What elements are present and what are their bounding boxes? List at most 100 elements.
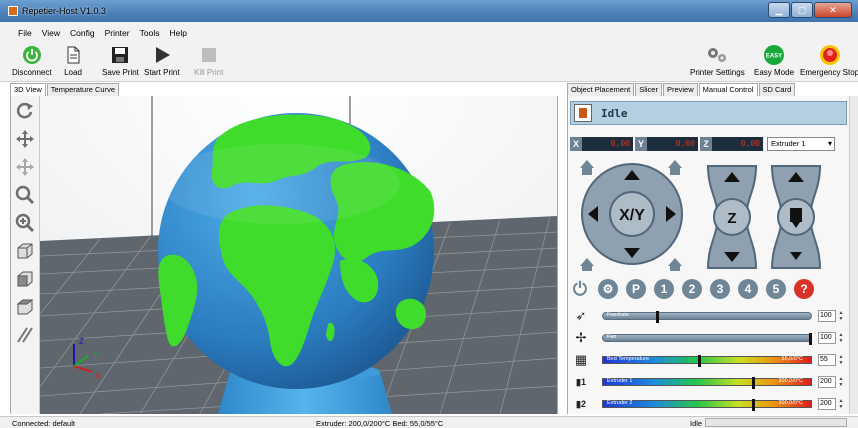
emergency-stop-icon [819,44,841,66]
extruder-1-slider[interactable]: Extruder 1 200,0/0°C [602,377,812,389]
emergency-stop-button[interactable]: Emergency Stop [800,44,858,77]
fan-slider[interactable]: Fan [602,333,812,345]
extruder-2-spinner[interactable]: ▲ ▼ [837,398,845,410]
zoom-fit-icon[interactable] [13,211,37,235]
tool-1-button[interactable]: 1 [654,279,674,299]
extruder-1-spinner[interactable]: ▲ ▼ [837,376,845,388]
extruder-1-icon-number: 1 [580,377,586,387]
menu-view[interactable]: View [38,22,66,42]
printer-state: Idle [690,419,703,428]
reset-view-icon[interactable] [13,99,37,123]
emergency-stop-label: Emergency Stop [800,68,858,77]
maximize-button[interactable]: ▢ [791,2,813,18]
feedrate-spinner[interactable]: ▲ ▼ [837,310,845,322]
tab-3d-view[interactable]: 3D View [10,83,46,97]
extruder-2-reading: 200,0/0°C [778,400,803,406]
extruder-1-thumb[interactable] [752,377,755,389]
easy-mode-button[interactable]: EASY Easy Mode [754,44,794,77]
kill-print-label: Kill Print [194,68,224,77]
feedrate-slider[interactable]: Feedrate [602,311,812,323]
tool-4-button[interactable]: 4 [738,279,758,299]
fan-icon: ✢ [575,330,587,345]
feedrate-thumb[interactable] [656,311,659,323]
tab-manual-control[interactable]: Manual Control [698,83,758,97]
bed-temperature-input[interactable]: 55 [818,354,836,366]
extruder-1-input[interactable]: 200 [818,376,836,388]
title-bar: Repetier-Host V1.0.3 ▁ ▢ ✕ [0,0,858,22]
close-button[interactable]: ✕ [814,2,852,18]
extruder-2-slider[interactable]: Extruder 2 200,0/0°C [602,399,812,411]
printer-settings-label: Printer Settings [690,68,745,77]
xy-center-label: X/Y [619,207,645,224]
minimize-button[interactable]: ▁ [768,2,790,18]
disconnect-button[interactable]: Disconnect [12,44,52,77]
tab-temperature-curve[interactable]: Temperature Curve [46,83,119,96]
fan-thumb[interactable] [809,333,812,345]
3d-viewport[interactable]: Z Y X [40,96,558,414]
extruder-select[interactable]: Extruder 1 [767,137,835,151]
feedrate-label: Feedrate [607,312,630,318]
window-controls: ▁ ▢ ✕ [767,2,852,18]
menu-tools[interactable]: Tools [136,22,166,42]
home-z-icon[interactable] [668,258,682,271]
extruder-1-icon: ▮1 [576,377,586,387]
panel-scrollbar[interactable] [849,96,858,414]
play-icon [151,44,173,66]
fan-label: Fan [607,334,617,340]
tab-slicer[interactable]: Slicer [635,83,662,96]
menu-help[interactable]: Help [165,22,192,42]
fan-toggle-icon[interactable]: ⚙ [598,279,618,299]
y-label: Y [635,137,647,151]
parallel-projection-icon[interactable] [13,323,37,347]
home-all-icon[interactable] [580,258,594,271]
bed-temperature-spinner[interactable]: ▲ ▼ [837,354,845,366]
printer-settings-button[interactable]: Printer Settings [690,44,745,77]
move-object-icon[interactable] [13,155,37,179]
load-button[interactable]: Load [62,44,84,77]
save-print-button[interactable]: Save Print [102,44,139,77]
y-position: 0,00 [647,137,698,151]
extruder-1-reading: 200,0/0°C [778,378,803,384]
bed-temperature-label: Bed Temperature [607,356,650,362]
zoom-icon[interactable] [13,183,37,207]
connection-status: Connected: default [12,419,75,428]
fan-input[interactable]: 100 [818,332,836,344]
z-label: Z [700,137,712,151]
front-view-icon[interactable] [13,267,37,291]
heated-bed-icon: ▦ [574,352,588,367]
feedrate-input[interactable]: 100 [818,310,836,322]
move-icon[interactable] [13,127,37,151]
park-button[interactable]: P [626,279,646,299]
tool-buttons: ⏻ ⚙ P 1 2 3 4 5 ? [570,279,822,303]
kill-print-button[interactable]: Kill Print [194,44,223,77]
extruder-2-thumb[interactable] [752,399,755,411]
gears-icon [706,44,728,66]
tool-3-button[interactable]: 3 [710,279,730,299]
tab-object-placement[interactable]: Object Placement [567,83,635,96]
tab-preview[interactable]: Preview [662,83,698,96]
tab-sd-card[interactable]: SD Card [758,83,796,96]
fan-spinner[interactable]: ▲ ▼ [837,332,845,344]
tool-5-button[interactable]: 5 [766,279,786,299]
motors-off-icon[interactable]: ⏻ [570,279,590,299]
extruder-2-input[interactable]: 200 [818,398,836,410]
extruder-1-label: Extruder 1 [607,378,633,384]
help-button[interactable]: ? [794,279,814,299]
axis-y-label: Y [93,351,99,360]
tool-2-button[interactable]: 2 [682,279,702,299]
menu-bar: File View Config Printer Tools Help [0,22,858,42]
panel-tabs: Object Placement Slicer Preview Manual C… [567,83,796,97]
globe-model [158,113,435,389]
home-y-icon[interactable] [668,160,682,175]
start-print-button[interactable]: Start Print [144,44,180,77]
bed-temperature-thumb[interactable] [698,355,701,367]
position-readout: X 0,00 Y 0,00 Z 0,00 Extruder 1 [570,137,835,151]
menu-file[interactable]: File [14,22,38,42]
menu-config[interactable]: Config [66,22,101,42]
isometric-view-icon[interactable] [13,239,37,263]
menu-printer[interactable]: Printer [101,22,136,42]
xy-jog-pad: X/Y [576,156,686,273]
home-x-icon[interactable] [580,160,594,175]
top-view-icon[interactable] [13,295,37,319]
bed-temperature-slider[interactable]: Bed Temperature 55,0/0°C [602,355,812,367]
